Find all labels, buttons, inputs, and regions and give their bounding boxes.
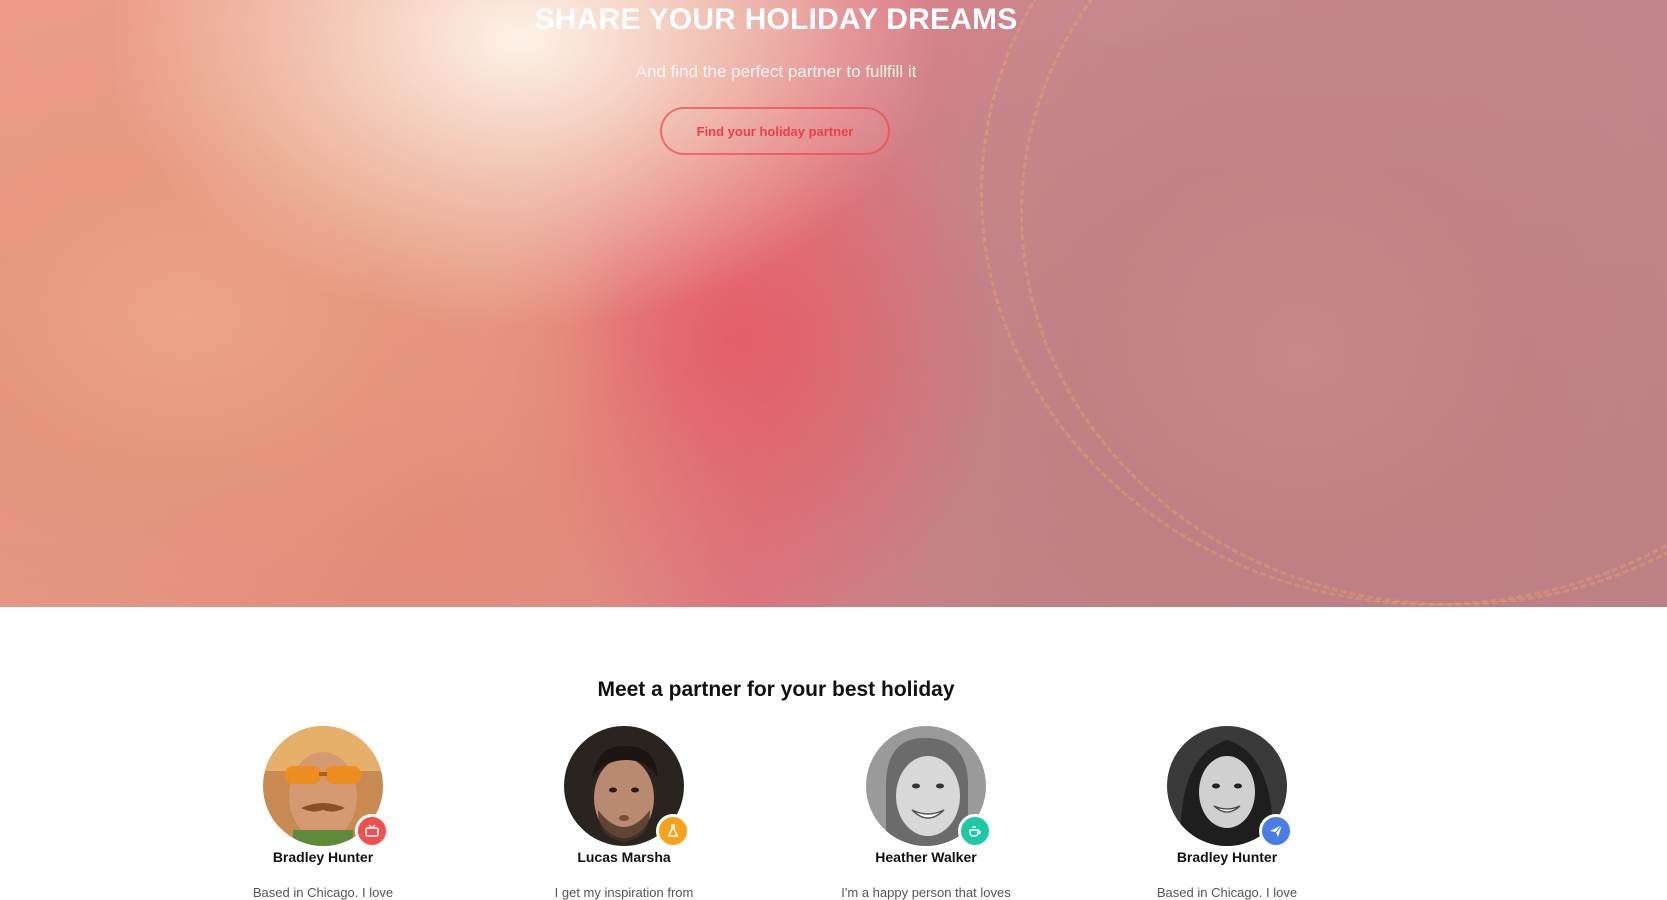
partners-section-title: Meet a partner for your best holiday [597, 678, 955, 701]
find-partner-button[interactable]: Find your holiday partner [660, 107, 890, 155]
paper-plane-icon [1270, 824, 1283, 837]
hero-title: SHARE YOUR HOLIDAY DREAMS [534, 3, 1018, 36]
partner-card: Lucas Marsha I get my inspiration from [504, 726, 744, 900]
hero-overlay [0, 0, 1667, 607]
avatar[interactable] [866, 726, 992, 848]
partner-card: Heather Walker I'm a happy person that l… [806, 726, 1046, 900]
tv-icon [365, 824, 379, 837]
coffee-cup-icon [969, 826, 981, 837]
avatar[interactable] [1167, 726, 1293, 848]
partner-name[interactable]: Heather Walker [806, 849, 1046, 865]
partner-card: Bradley Hunter Based in Chicago. I love [1107, 726, 1347, 900]
avatar[interactable] [564, 726, 690, 848]
badge-tv-icon [355, 814, 389, 848]
badge-flask-icon [656, 814, 690, 848]
partner-name[interactable]: Lucas Marsha [504, 849, 744, 865]
badge-coffee-cup-icon [958, 814, 992, 848]
hero-banner: SHARE YOUR HOLIDAY DREAMS And find the p… [0, 0, 1667, 607]
partner-name[interactable]: Bradley Hunter [203, 849, 443, 865]
flask-icon [667, 824, 679, 837]
avatar[interactable] [263, 726, 389, 848]
hero-subtitle: And find the perfect partner to fullfill… [635, 62, 917, 81]
partner-name[interactable]: Bradley Hunter [1107, 849, 1347, 865]
partner-card: Bradley Hunter Based in Chicago. I love [203, 726, 443, 900]
badge-paper-plane-icon [1259, 814, 1293, 848]
